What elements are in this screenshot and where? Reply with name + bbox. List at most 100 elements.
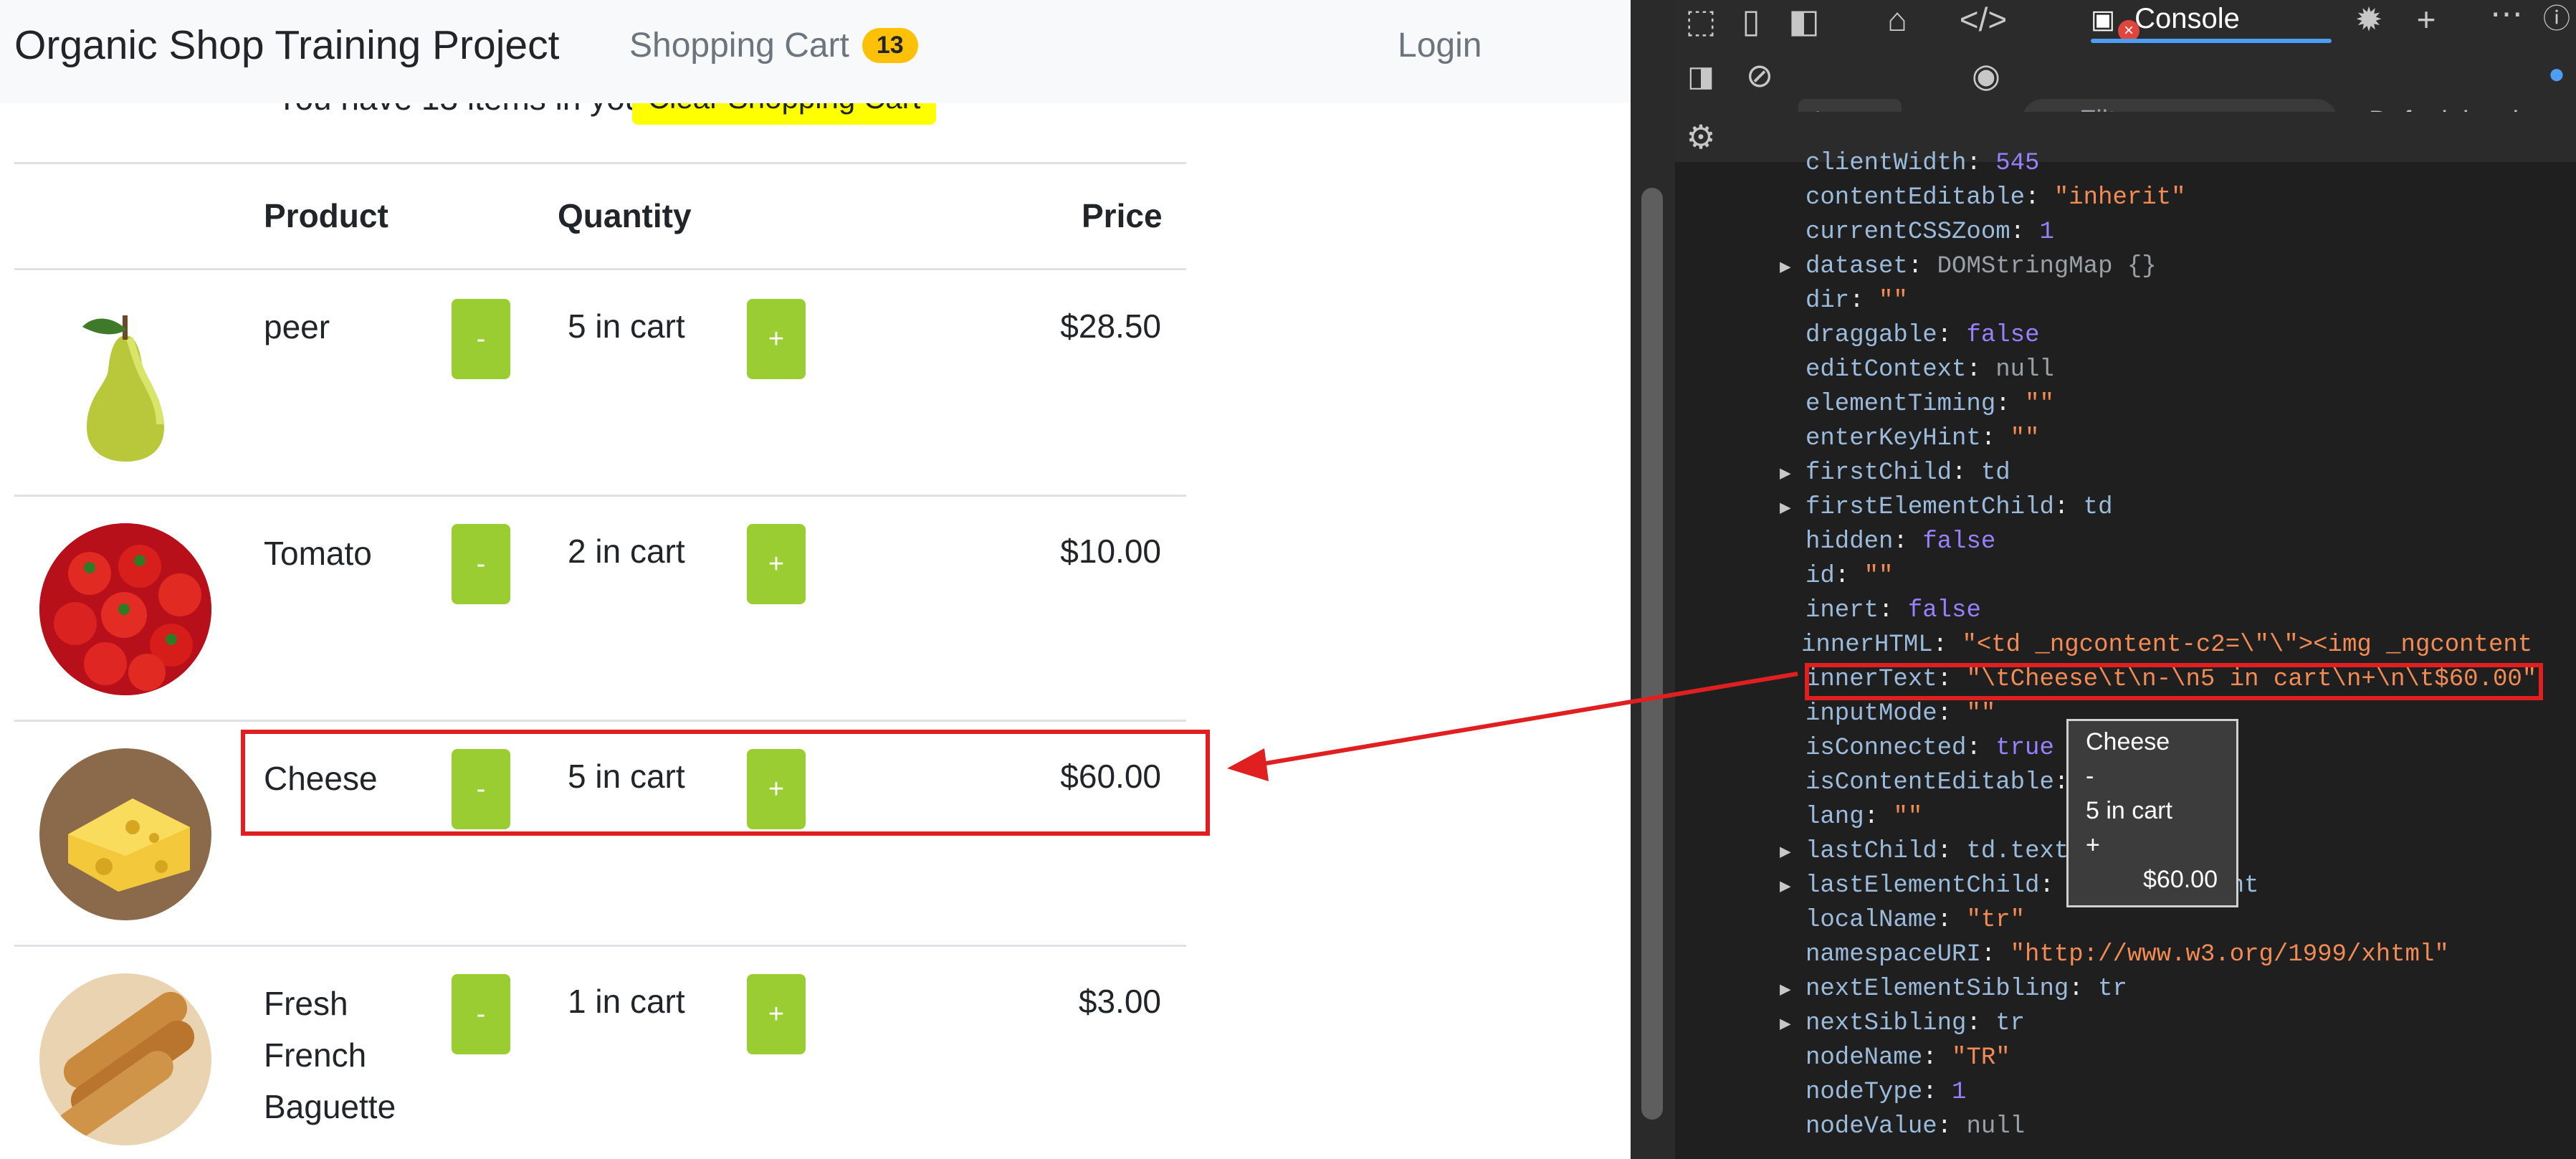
tooltip-line: $60.00 bbox=[2143, 866, 2218, 893]
innertext-tooltip: Cheese - 5 in cart + $60.00 bbox=[2066, 719, 2238, 907]
property-colon: : bbox=[2010, 219, 2040, 246]
decrease-quantity-button[interactable]: - bbox=[452, 974, 510, 1054]
column-header-quantity: Quantity bbox=[558, 197, 692, 234]
bug-icon[interactable]: ✹ bbox=[2347, 1, 2390, 37]
property-value: "" bbox=[2025, 391, 2054, 418]
product-name: Tomato bbox=[264, 535, 372, 572]
property-key: dataset bbox=[1805, 253, 1908, 280]
property-row[interactable]: nodeValue: null bbox=[1805, 1110, 2025, 1144]
property-row[interactable]: namespaceURI: "http://www.w3.org/1999/xh… bbox=[1805, 938, 2449, 972]
property-row[interactable]: isConnected: true bbox=[1805, 731, 2054, 765]
property-row[interactable]: ▶ firstChild: td bbox=[1780, 456, 2010, 491]
property-row[interactable]: dir: "" bbox=[1805, 284, 1908, 318]
increase-quantity-button[interactable]: + bbox=[747, 974, 806, 1054]
tab-console[interactable]: ▣ Console bbox=[2091, 0, 2240, 43]
property-row[interactable]: lang: "" bbox=[1805, 800, 1922, 834]
expand-triangle-icon[interactable]: ▶ bbox=[1780, 457, 1805, 491]
expand-triangle-icon[interactable]: ▶ bbox=[1780, 250, 1805, 285]
sidebar-toggle-icon[interactable]: ◨ bbox=[1679, 59, 1722, 95]
add-tab-icon[interactable]: + bbox=[2405, 1, 2448, 37]
shopping-cart-link[interactable]: Shopping Cart 13 bbox=[629, 26, 918, 65]
property-key: draggable bbox=[1805, 322, 1937, 349]
expand-triangle-icon[interactable]: ▶ bbox=[1780, 973, 1805, 1007]
property-row[interactable]: ▶ firstElementChild: td bbox=[1780, 490, 2112, 525]
property-value: tr bbox=[1995, 1010, 2026, 1037]
property-row[interactable]: ▶ nextSibling: tr bbox=[1780, 1006, 2025, 1041]
expand-triangle-icon[interactable]: ▶ bbox=[1780, 869, 1805, 904]
property-row[interactable]: editContext: null bbox=[1805, 353, 2054, 387]
property-colon: : bbox=[2025, 184, 2054, 211]
issues-chat-icon[interactable]: ● bbox=[2535, 56, 2576, 92]
property-value: tr bbox=[2098, 976, 2127, 1003]
clear-console-icon[interactable]: ⊘ bbox=[1738, 57, 1781, 93]
increase-quantity-button[interactable]: + bbox=[747, 299, 806, 379]
devtools-scrollbar[interactable] bbox=[1641, 188, 1663, 1120]
property-colon: : bbox=[1952, 459, 1981, 487]
property-key: contentEditable bbox=[1805, 184, 2026, 211]
home-icon[interactable]: ⌂ bbox=[1876, 1, 1919, 37]
property-key: nodeValue bbox=[1805, 1113, 1937, 1140]
column-header-price: Price bbox=[1082, 197, 1163, 234]
property-colon: : bbox=[1922, 1044, 1952, 1072]
property-value: "TR" bbox=[1952, 1044, 2010, 1072]
help-icon[interactable]: ⓘ bbox=[2535, 1, 2576, 37]
property-row[interactable]: currentCSSZoom: 1 bbox=[1805, 215, 2054, 249]
property-row[interactable]: draggable: false bbox=[1805, 318, 2039, 353]
brand-title[interactable]: Organic Shop Training Project bbox=[14, 22, 559, 69]
elements-tab-icon[interactable]: </> bbox=[1955, 1, 2012, 37]
property-colon: : bbox=[1995, 391, 2026, 418]
property-colon: : bbox=[2053, 494, 2084, 521]
property-value: "inherit" bbox=[2053, 184, 2186, 211]
property-value: null bbox=[1995, 356, 2054, 383]
property-row[interactable]: elementTiming: "" bbox=[1805, 387, 2054, 421]
increase-quantity-button[interactable]: + bbox=[747, 524, 806, 604]
product-image-tomato bbox=[39, 523, 211, 695]
property-row[interactable]: inputMode: "" bbox=[1805, 697, 1995, 731]
property-colon: : bbox=[1980, 425, 2010, 452]
property-row[interactable]: clientWidth: 545 bbox=[1805, 146, 2039, 181]
property-row[interactable]: ▶ dataset: DOMStringMap {} bbox=[1780, 249, 2157, 285]
console-tab-label: Console bbox=[2134, 3, 2240, 34]
device-toolbar-icon[interactable]: ▯ bbox=[1730, 3, 1773, 39]
gear-icon[interactable]: ⚙ bbox=[1679, 119, 1722, 155]
property-row[interactable]: innerHTML: "<td _ngcontent-c2=\"\"><img … bbox=[1801, 628, 2532, 662]
more-options-icon[interactable]: ⋯ bbox=[2485, 0, 2528, 32]
property-row[interactable]: nodeType: 1 bbox=[1805, 1075, 1966, 1110]
property-value: "" bbox=[1864, 563, 1894, 590]
property-row[interactable]: contentEditable: "inherit" bbox=[1805, 181, 2186, 215]
expand-triangle-icon[interactable]: ▶ bbox=[1780, 835, 1805, 869]
property-row[interactable]: nodeName: "TR" bbox=[1805, 1041, 2010, 1075]
inspect-element-icon[interactable]: ⬚ bbox=[1679, 3, 1722, 39]
login-link[interactable]: Login bbox=[1398, 26, 1482, 65]
property-value: "tr" bbox=[1966, 907, 2026, 934]
property-key: nodeName bbox=[1805, 1044, 1923, 1072]
expand-triangle-icon[interactable]: ▶ bbox=[1780, 1007, 1805, 1041]
property-colon: : bbox=[1966, 735, 1996, 762]
property-row[interactable]: ▶ nextElementSibling: tr bbox=[1780, 972, 2127, 1007]
property-colon: : bbox=[1937, 838, 1967, 865]
expand-triangle-icon[interactable]: ▶ bbox=[1780, 491, 1805, 525]
property-row[interactable]: id: "" bbox=[1805, 559, 1893, 593]
dock-side-icon[interactable]: ◧ bbox=[1783, 3, 1826, 39]
decrease-quantity-button[interactable]: - bbox=[452, 299, 510, 379]
property-key: enterKeyHint bbox=[1805, 425, 1981, 452]
property-colon: : bbox=[1879, 597, 1908, 624]
product-name: Fresh French Baguette bbox=[264, 985, 396, 1125]
quantity-text: 5 in cart bbox=[568, 307, 685, 345]
property-colon: : bbox=[1834, 563, 1864, 590]
live-expression-eye-icon[interactable]: ◉ bbox=[1965, 57, 2008, 93]
product-image-pear bbox=[39, 301, 211, 473]
property-row[interactable]: localName: "tr" bbox=[1805, 903, 2025, 938]
property-key: inert bbox=[1805, 597, 1879, 624]
property-row[interactable]: inert: false bbox=[1805, 593, 1981, 628]
property-key: elementTiming bbox=[1805, 391, 1996, 418]
property-value: 1 bbox=[1952, 1079, 1967, 1106]
property-colon: : bbox=[1922, 1079, 1952, 1106]
property-row[interactable]: enterKeyHint: "" bbox=[1805, 421, 2039, 456]
decrease-quantity-button[interactable]: - bbox=[452, 524, 510, 604]
property-value: false bbox=[1966, 322, 2040, 349]
property-value: false bbox=[1907, 597, 1981, 624]
innertext-highlight-box bbox=[1805, 663, 2543, 700]
property-value: "" bbox=[1966, 700, 1996, 728]
property-row[interactable]: hidden: false bbox=[1805, 525, 1995, 559]
